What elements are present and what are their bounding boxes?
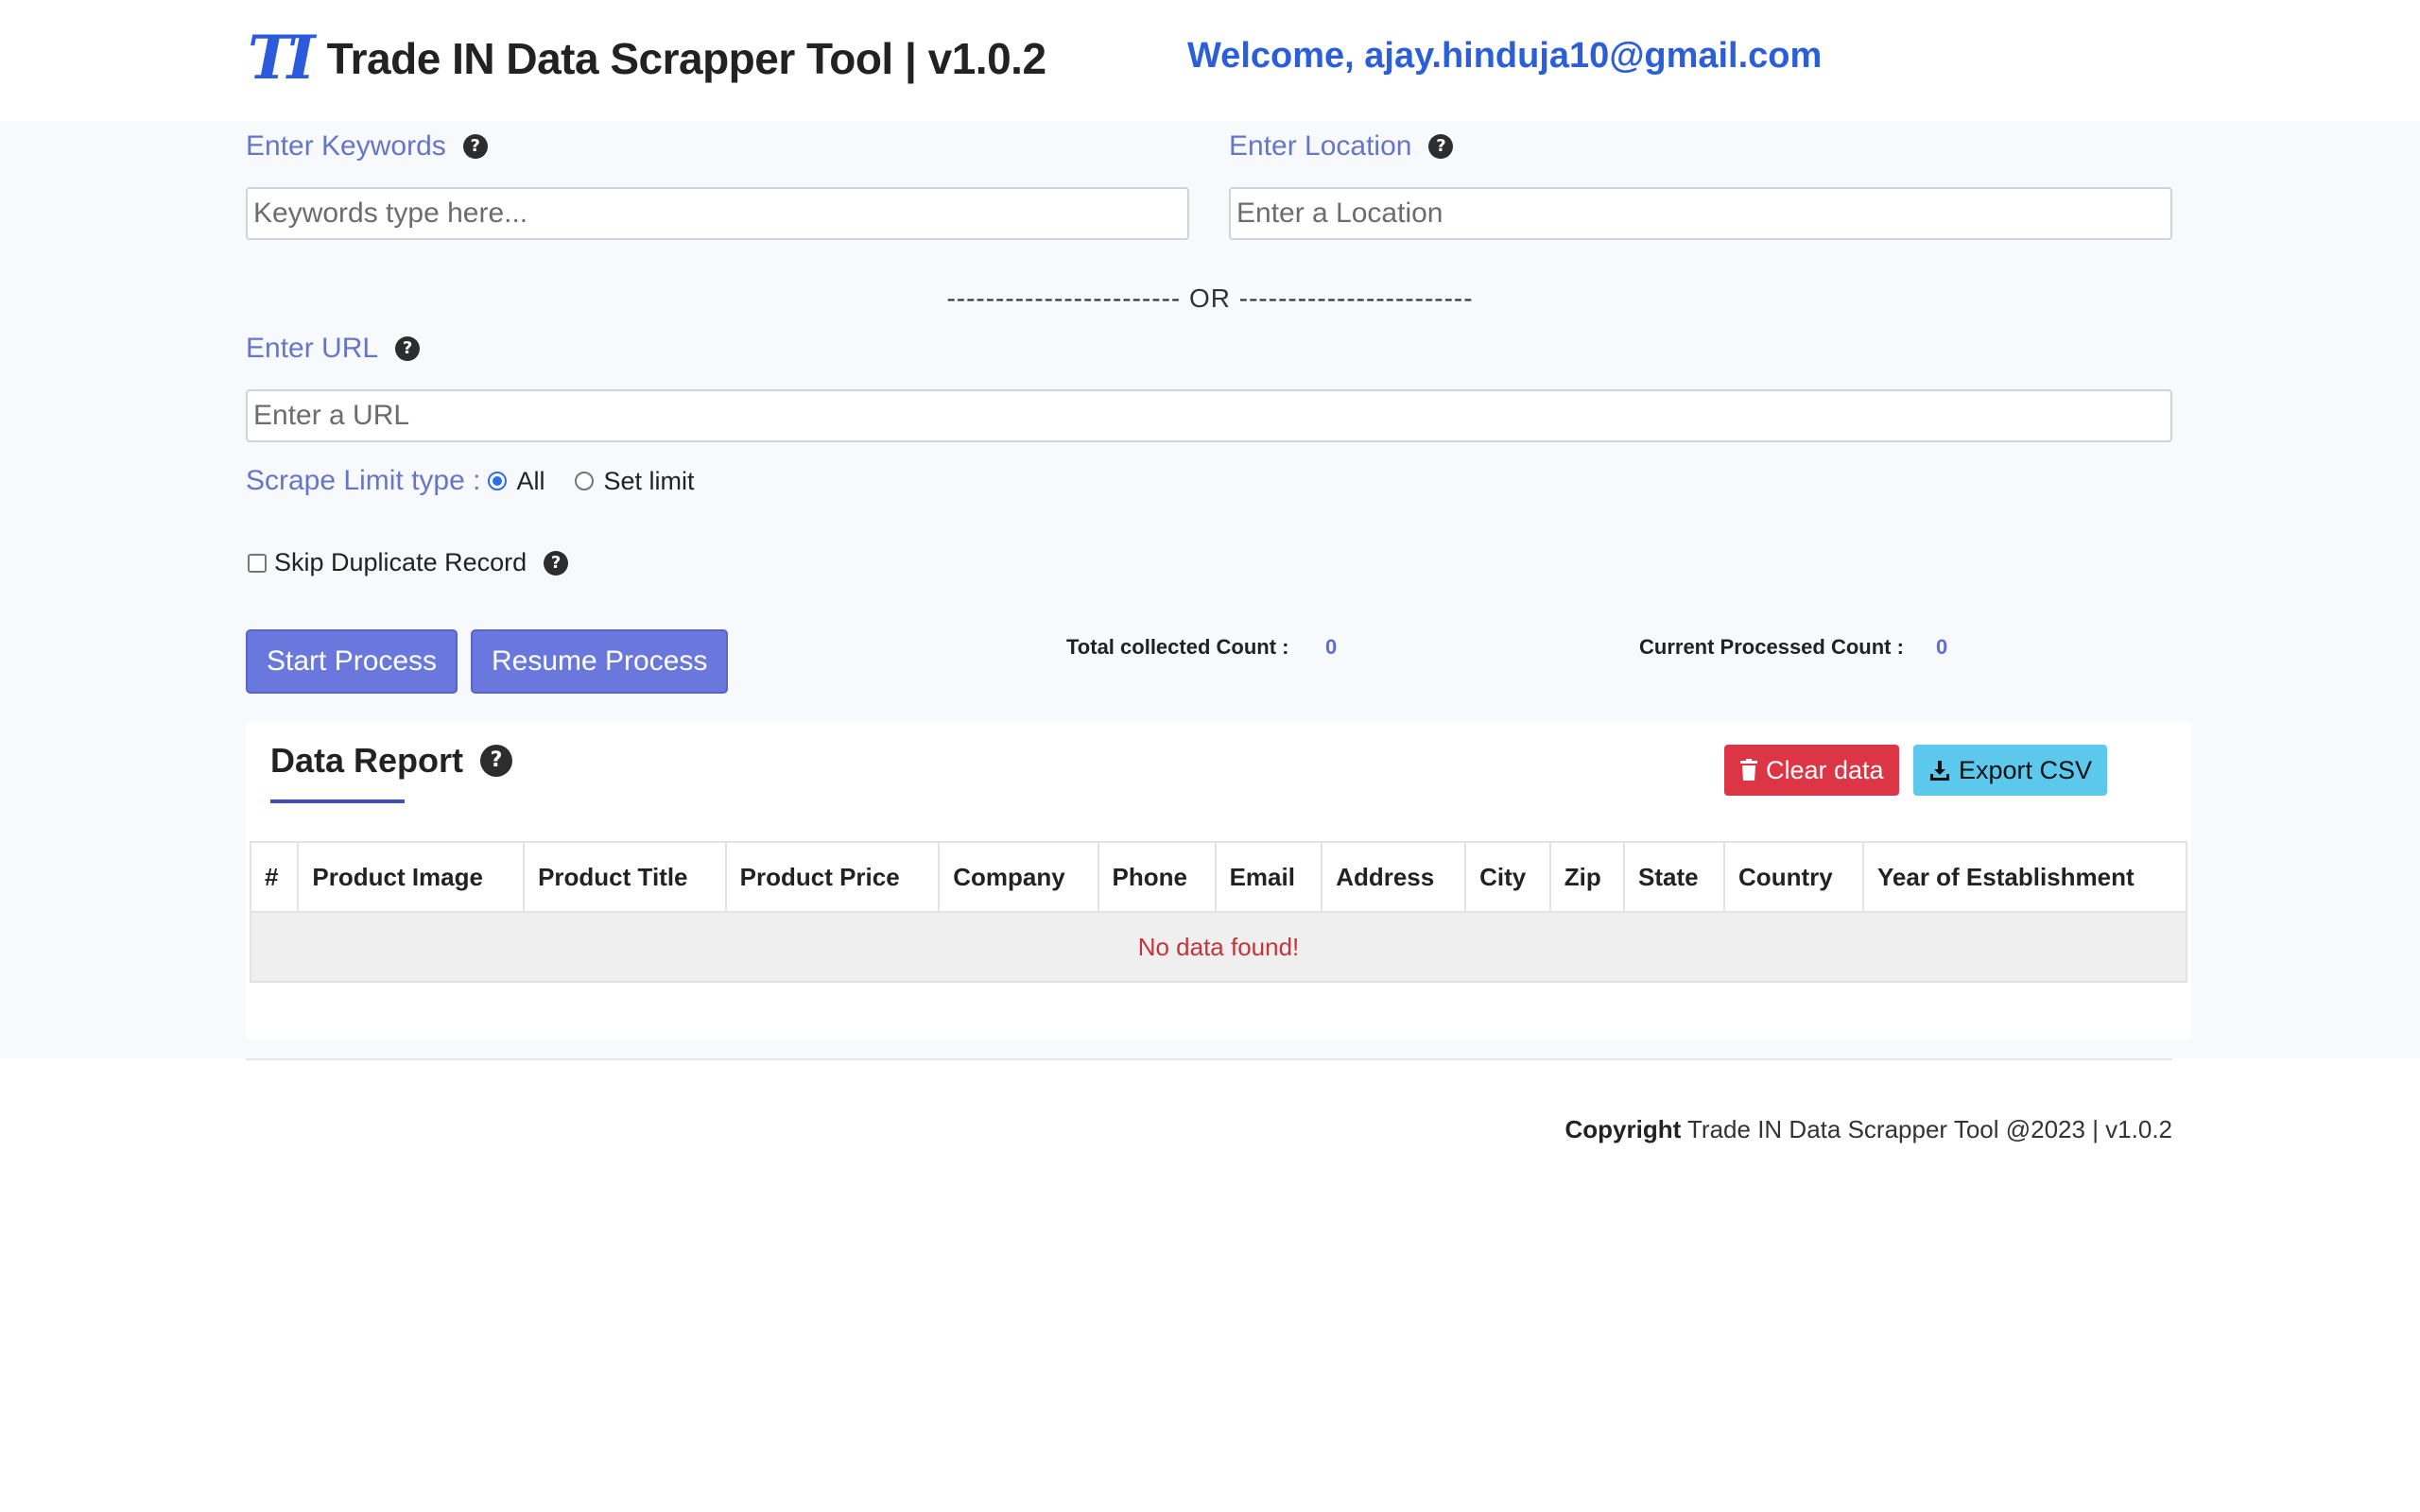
- radio-all-label[interactable]: All: [516, 467, 544, 496]
- app-title: Trade IN Data Scrapper Tool | v1.0.2: [326, 34, 1046, 83]
- trash-icon: [1740, 759, 1757, 781]
- empty-message: No data found!: [250, 911, 2187, 983]
- column-header[interactable]: Product Title: [523, 841, 727, 913]
- radio-set-limit[interactable]: [575, 472, 595, 490]
- app-header: TI Trade IN Data Scrapper Tool | v1.0.2 …: [0, 0, 2420, 121]
- export-csv-label: Export CSV: [1959, 755, 2093, 784]
- report-title-text: Data Report: [270, 741, 464, 780]
- footer: Copyright Trade IN Data Scrapper Tool @2…: [0, 1115, 2173, 1144]
- or-divider: ------------------------ OR ------------…: [946, 284, 1474, 313]
- copyright-text: Trade IN Data Scrapper Tool @2023 | v1.0…: [1681, 1115, 2172, 1143]
- scrape-limit-label: Scrape Limit type :: [246, 465, 481, 496]
- table-header-row: # Product Image Product Title Product Pr…: [249, 841, 2187, 913]
- main-content: Enter Keywords ? Enter Location ? ------…: [0, 121, 2420, 1058]
- skip-duplicate-row: Skip Duplicate Record ?: [248, 548, 569, 577]
- column-header[interactable]: Phone: [1097, 841, 1217, 913]
- url-label: Enter URL ?: [246, 333, 421, 365]
- export-csv-button[interactable]: Export CSV: [1913, 745, 2108, 796]
- column-header[interactable]: Company: [938, 841, 1099, 913]
- report-title: Data Report ?: [270, 741, 513, 781]
- copyright-label: Copyright: [1564, 1115, 1682, 1143]
- help-icon[interactable]: ?: [1428, 134, 1454, 159]
- data-table: # Product Image Product Title Product Pr…: [249, 841, 2187, 983]
- report-title-underline: [270, 799, 405, 803]
- column-header[interactable]: Country: [1723, 841, 1864, 913]
- keywords-input[interactable]: [246, 187, 1189, 240]
- footer-divider: [246, 1058, 2172, 1060]
- logo-mark: TI: [248, 23, 316, 94]
- column-header[interactable]: #: [249, 841, 300, 913]
- skip-duplicate-checkbox[interactable]: [248, 553, 267, 573]
- app-logo: TI Trade IN Data Scrapper Tool | v1.0.2: [248, 28, 1046, 89]
- download-icon: [1930, 761, 1949, 781]
- start-process-button[interactable]: Start Process: [246, 629, 458, 694]
- radio-set-limit-label[interactable]: Set limit: [603, 467, 694, 496]
- clear-data-button[interactable]: Clear data: [1724, 745, 1899, 796]
- current-count-value: 0: [1936, 635, 1948, 659]
- total-count-value: 0: [1325, 635, 1338, 659]
- column-header[interactable]: City: [1464, 841, 1551, 913]
- help-icon[interactable]: ?: [544, 550, 569, 576]
- data-report-card: Data Report ? Clear data Export CSV # Pr…: [246, 722, 2191, 1040]
- url-input[interactable]: [246, 389, 2172, 442]
- help-icon[interactable]: ?: [395, 336, 421, 361]
- total-count-label: Total collected Count :: [1066, 635, 1289, 659]
- resume-process-button[interactable]: Resume Process: [471, 629, 729, 694]
- column-header[interactable]: Email: [1214, 841, 1323, 913]
- radio-all[interactable]: [488, 472, 508, 490]
- help-icon[interactable]: ?: [462, 134, 488, 159]
- keywords-label: Enter Keywords ?: [246, 130, 488, 163]
- url-label-text: Enter URL: [246, 333, 379, 364]
- location-label-text: Enter Location: [1229, 130, 1412, 162]
- welcome-text: Welcome, ajay.hinduja10@gmail.com: [1187, 36, 1823, 76]
- column-header[interactable]: Product Price: [724, 841, 941, 913]
- clear-data-label: Clear data: [1766, 755, 1884, 784]
- column-header[interactable]: Year of Establishment: [1862, 841, 2187, 913]
- skip-duplicate-label[interactable]: Skip Duplicate Record: [274, 548, 527, 577]
- location-label: Enter Location ?: [1229, 130, 1454, 163]
- table-row: No data found!: [250, 911, 2187, 983]
- current-count-label: Current Processed Count :: [1639, 635, 1904, 659]
- help-icon[interactable]: ?: [480, 745, 513, 777]
- keywords-label-text: Enter Keywords: [246, 130, 446, 162]
- column-header[interactable]: Zip: [1548, 841, 1625, 913]
- column-header[interactable]: Product Image: [297, 841, 526, 913]
- location-input[interactable]: [1229, 187, 2172, 240]
- scrape-limit-group: Scrape Limit type : All Set limit: [246, 465, 694, 497]
- column-header[interactable]: Address: [1321, 841, 1467, 913]
- column-header[interactable]: State: [1622, 841, 1726, 913]
